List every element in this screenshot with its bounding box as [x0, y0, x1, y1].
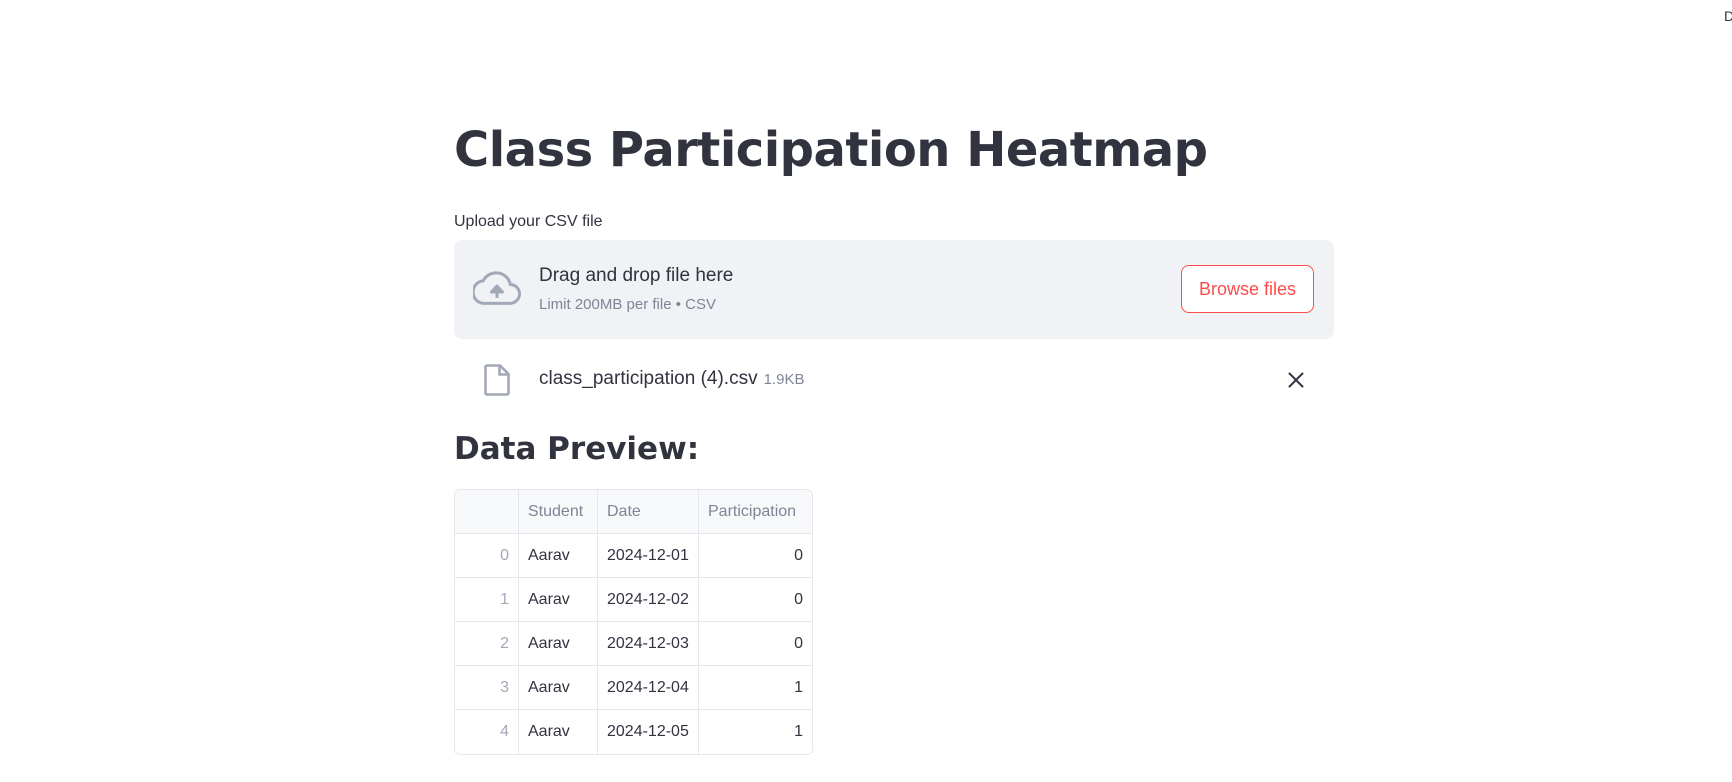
- row-index: 0: [455, 534, 519, 578]
- row-index: 3: [455, 666, 519, 710]
- cell-student[interactable]: Aarav: [519, 710, 598, 754]
- cell-student[interactable]: Aarav: [519, 622, 598, 666]
- browse-files-button[interactable]: Browse files: [1181, 265, 1314, 313]
- cell-participation[interactable]: 0: [699, 622, 812, 666]
- close-icon[interactable]: [1288, 372, 1304, 388]
- table-row: 2 Aarav 2024-12-03 0: [455, 622, 812, 666]
- cell-participation[interactable]: 1: [699, 710, 812, 754]
- cell-date[interactable]: 2024-12-01: [598, 534, 699, 578]
- file-name-text: class_participation (4).csv: [539, 368, 758, 389]
- cell-participation[interactable]: 0: [699, 578, 812, 622]
- page-title: Class Participation Heatmap: [454, 122, 1208, 178]
- file-dropzone[interactable]: Drag and drop file here Limit 200MB per …: [454, 240, 1334, 339]
- cell-student[interactable]: Aarav: [519, 534, 598, 578]
- cell-student[interactable]: Aarav: [519, 666, 598, 710]
- cell-date[interactable]: 2024-12-03: [598, 622, 699, 666]
- uploader-label: Upload your CSV file: [454, 213, 603, 230]
- dropzone-title: Drag and drop file here: [539, 265, 734, 286]
- cell-date[interactable]: 2024-12-04: [598, 666, 699, 710]
- row-index: 2: [455, 622, 519, 666]
- column-header-student[interactable]: Student: [519, 490, 598, 534]
- row-index: 4: [455, 710, 519, 754]
- main-content: Class Participation Heatmap Upload your …: [454, 108, 1334, 755]
- cell-participation[interactable]: 1: [699, 666, 812, 710]
- cell-date[interactable]: 2024-12-02: [598, 578, 699, 622]
- table-row: 4 Aarav 2024-12-05 1: [455, 710, 812, 754]
- deploy-button-fragment[interactable]: D: [1724, 8, 1732, 24]
- table-row: 3 Aarav 2024-12-04 1: [455, 666, 812, 710]
- data-preview-heading: Data Preview:: [454, 431, 700, 467]
- dropzone-subtitle: Limit 200MB per file • CSV: [539, 296, 716, 313]
- row-index: 1: [455, 578, 519, 622]
- cell-participation[interactable]: 0: [699, 534, 812, 578]
- table-row: 1 Aarav 2024-12-02 0: [455, 578, 812, 622]
- cloud-upload-icon: [473, 271, 521, 305]
- cell-date[interactable]: 2024-12-05: [598, 710, 699, 754]
- file-size: 1.9KB: [763, 371, 805, 388]
- cell-student[interactable]: Aarav: [519, 578, 598, 622]
- column-header-date[interactable]: Date: [598, 490, 699, 534]
- column-header-index[interactable]: [455, 490, 519, 534]
- file-name: class_participation (4).csv 1.9KB: [539, 367, 804, 392]
- file-icon: [484, 364, 510, 396]
- uploaded-file-row: class_participation (4).csv 1.9KB: [454, 339, 1334, 417]
- data-preview-table: Student Date Participation 0 Aarav 2024-…: [454, 489, 813, 755]
- table-header-row: Student Date Participation: [455, 490, 812, 534]
- table-row: 0 Aarav 2024-12-01 0: [455, 534, 812, 578]
- column-header-participation[interactable]: Participation: [699, 490, 812, 534]
- dropzone-text: Drag and drop file here Limit 200MB per …: [539, 264, 733, 315]
